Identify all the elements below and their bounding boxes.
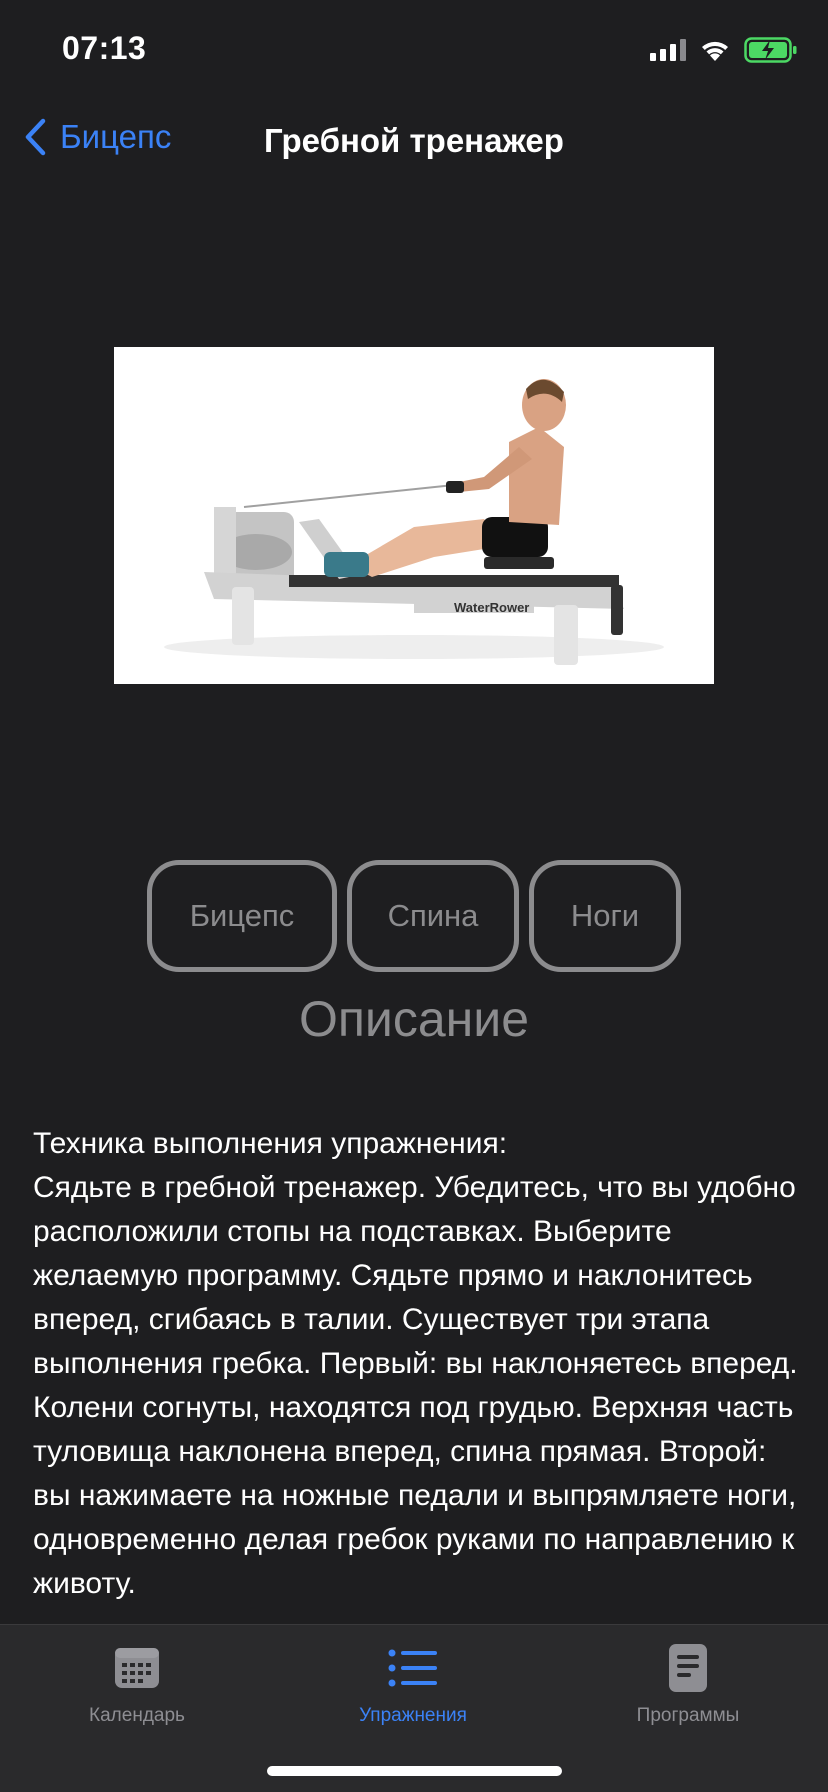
status-icons <box>650 36 798 64</box>
description-text: Техника выполнения упражнения: Сядьте в … <box>33 1127 798 1600</box>
tab-label: Календарь <box>89 1705 185 1726</box>
tab-exercises[interactable]: Упражнения <box>303 1643 523 1727</box>
description-heading: Описание <box>298 991 530 1047</box>
tag-back[interactable]: Спина <box>347 860 519 972</box>
tag-label: Бицепс <box>189 898 295 933</box>
calendar-icon <box>115 1648 159 1688</box>
navigation-bar: Бицепс Гребной тренажер <box>0 100 828 182</box>
exercise-image: WaterRower <box>114 347 714 684</box>
status-time: 07:13 <box>62 30 147 66</box>
tag-biceps[interactable]: Бицепс <box>147 860 337 972</box>
rowing-machine-illustration: WaterRower <box>114 347 714 684</box>
tab-calendar[interactable]: Календарь <box>27 1643 247 1727</box>
tag-label: Ноги <box>570 898 640 933</box>
tag-legs[interactable]: Ноги <box>529 860 681 972</box>
tag-label: Спина <box>387 898 479 933</box>
list-icon <box>388 1649 437 1687</box>
tab-label: Упражнения <box>359 1705 467 1726</box>
wifi-icon <box>702 41 728 61</box>
status-bar: 07:13 <box>0 0 828 100</box>
cellular-signal-icon <box>650 39 686 61</box>
battery-charging-icon <box>744 37 797 63</box>
tab-label: Программы <box>636 1705 740 1726</box>
tab-programs[interactable]: Программы <box>578 1643 798 1727</box>
page-title: Гребной тренажер <box>264 122 564 159</box>
home-indicator <box>267 1766 562 1776</box>
screen: 07:13 Бицепс Гребной тренажер WaterRower… <box>0 0 828 1792</box>
brand-text: WaterRower <box>454 600 529 615</box>
document-icon <box>669 1644 707 1692</box>
muscle-group-tags: Бицепс Спина Ноги <box>0 860 828 972</box>
